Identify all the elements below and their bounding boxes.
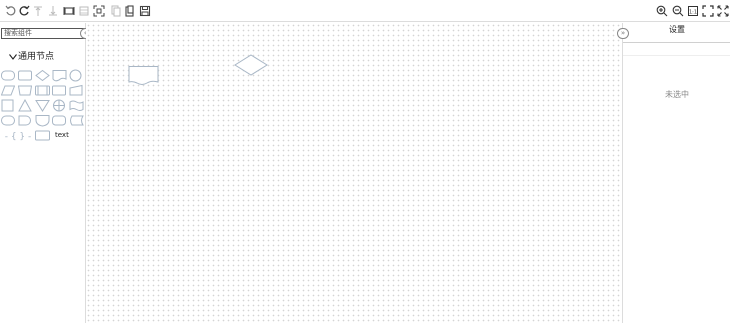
shape-summing-junction[interactable] bbox=[52, 97, 66, 112]
shape-trapezoid[interactable] bbox=[17, 82, 33, 96]
chevron-down-icon bbox=[9, 54, 17, 60]
shape-rounded-rect[interactable] bbox=[1, 67, 15, 81]
shape-palette: - { } - bbox=[0, 67, 86, 145]
shape-rect[interactable] bbox=[18, 67, 32, 81]
reset-zoom-icon[interactable]: 1:1 bbox=[686, 4, 700, 18]
toolbar: 1:1 bbox=[0, 0, 730, 22]
canvas-node-diamond[interactable] bbox=[234, 54, 268, 76]
paste-icon[interactable] bbox=[123, 4, 137, 18]
node-group-title: 通用节点 bbox=[18, 52, 55, 62]
undo-icon[interactable] bbox=[4, 4, 18, 18]
shape-text-box[interactable] bbox=[35, 127, 50, 141]
shape-tape[interactable] bbox=[69, 97, 84, 111]
empty-selection-message: 未选中 bbox=[665, 90, 689, 99]
shape-card[interactable] bbox=[52, 82, 67, 96]
zoom-in-icon[interactable] bbox=[655, 4, 669, 18]
shape-braces[interactable]: - { } - bbox=[5, 127, 32, 142]
crop-icon[interactable] bbox=[92, 4, 106, 18]
shape-triangle[interactable] bbox=[18, 97, 32, 112]
fit-view-icon[interactable] bbox=[701, 4, 715, 18]
redo-icon[interactable] bbox=[17, 4, 31, 18]
shape-manual-input[interactable] bbox=[69, 82, 83, 96]
shape-display[interactable] bbox=[52, 112, 67, 126]
copy-icon[interactable] bbox=[108, 4, 122, 18]
send-to-back-icon[interactable] bbox=[46, 4, 60, 18]
shape-subprocess[interactable] bbox=[35, 82, 50, 96]
node-group-header[interactable]: 通用节点 bbox=[9, 52, 54, 62]
text-node-label[interactable]: text bbox=[55, 131, 69, 139]
shape-inverted-triangle[interactable] bbox=[35, 97, 50, 112]
svg-text:- { } -: - { } - bbox=[5, 132, 31, 142]
shape-diamond[interactable] bbox=[35, 67, 50, 82]
component-panel: 搜索组件 « 通用节点 bbox=[0, 23, 93, 323]
zoom-out-icon[interactable] bbox=[671, 4, 685, 18]
shape-shield[interactable] bbox=[35, 112, 50, 127]
select-all-icon[interactable] bbox=[77, 4, 91, 18]
shape-stadium[interactable] bbox=[1, 112, 15, 126]
bring-to-front-icon[interactable] bbox=[31, 4, 45, 18]
shape-storage[interactable] bbox=[69, 112, 84, 126]
settings-title: 设置 bbox=[623, 23, 730, 43]
fullscreen-icon[interactable] bbox=[716, 4, 730, 18]
shape-parallelogram[interactable] bbox=[0, 82, 16, 96]
settings-panel: » 设置 未选中 bbox=[617, 23, 730, 323]
fit-width-icon[interactable] bbox=[62, 4, 76, 18]
shape-delay[interactable] bbox=[18, 112, 32, 126]
svg-text:1:1: 1:1 bbox=[689, 10, 697, 16]
shape-circle[interactable] bbox=[69, 67, 82, 82]
flow-canvas[interactable] bbox=[86, 23, 622, 323]
settings-divider bbox=[623, 55, 730, 56]
save-icon[interactable] bbox=[138, 4, 152, 18]
shape-square[interactable] bbox=[1, 97, 15, 112]
shape-document[interactable] bbox=[52, 67, 67, 82]
canvas-node-document[interactable] bbox=[128, 65, 160, 87]
